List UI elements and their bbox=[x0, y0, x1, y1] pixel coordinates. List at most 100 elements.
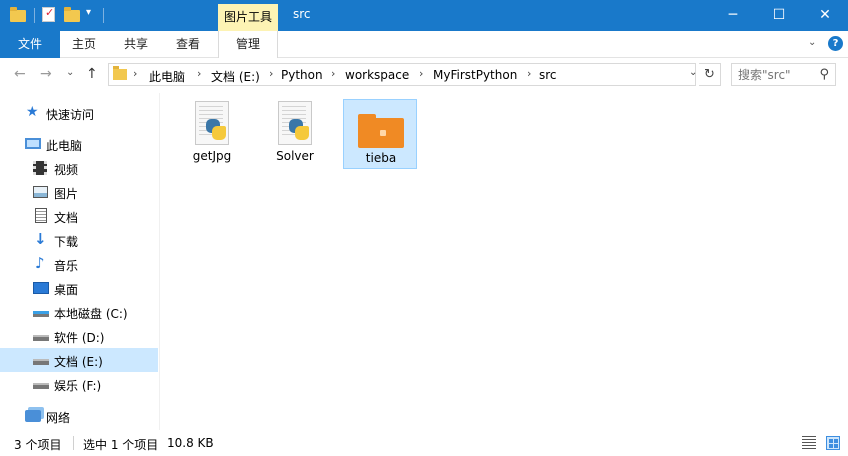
sidebar-item-drive-c[interactable]: 本地磁盘 (C:) bbox=[0, 300, 158, 324]
breadcrumb-separator[interactable]: › bbox=[197, 67, 201, 80]
picture-tools-tab[interactable]: 图片工具 bbox=[218, 4, 278, 31]
sidebar-item-network[interactable]: 网络 bbox=[0, 404, 158, 428]
address-dropdown-chevron-icon[interactable]: ⌄ bbox=[689, 67, 697, 78]
status-selected-size: 10.8 KB bbox=[167, 436, 214, 450]
download-icon: ↓ bbox=[34, 230, 47, 248]
sidebar-item-label: 文档 (E:) bbox=[54, 355, 103, 369]
pictures-icon bbox=[33, 186, 48, 198]
sidebar-item-label: 此电脑 bbox=[46, 139, 83, 153]
computer-icon bbox=[25, 138, 41, 149]
sidebar-item-drive-d[interactable]: 软件 (D:) bbox=[0, 324, 158, 348]
file-name: tieba bbox=[365, 151, 397, 165]
sidebar-item-label: 文档 bbox=[54, 211, 79, 225]
navigation-pane: ★ 快速访问 此电脑 视频 图片 文档 ↓ 下载 ♪ 音乐 桌面 本地磁盘 (C… bbox=[0, 93, 158, 430]
breadcrumb-src[interactable]: src bbox=[539, 68, 557, 82]
breadcrumb-separator[interactable]: › bbox=[331, 67, 335, 80]
tab-file[interactable]: 文件 bbox=[0, 31, 60, 58]
breadcrumb-this-pc[interactable]: 此电脑 bbox=[149, 68, 185, 85]
breadcrumb-python[interactable]: Python bbox=[281, 68, 323, 82]
recent-locations-chevron-icon[interactable]: ⌄ bbox=[66, 67, 74, 78]
breadcrumb-myfirstpython[interactable]: MyFirstPython bbox=[433, 68, 517, 82]
breadcrumb-drive-e[interactable]: 文档 (E:) bbox=[211, 68, 260, 85]
breadcrumb-separator[interactable]: › bbox=[269, 67, 273, 80]
system-drive-icon bbox=[33, 311, 49, 317]
status-item-count: 3 个项目 bbox=[14, 438, 62, 452]
music-icon: ♪ bbox=[35, 254, 45, 272]
tab-home[interactable]: 主页 bbox=[62, 31, 106, 58]
video-icon bbox=[33, 161, 47, 175]
drive-icon bbox=[33, 335, 49, 341]
maximize-button[interactable]: ☐ bbox=[756, 0, 802, 31]
close-button[interactable]: ✕ bbox=[802, 0, 848, 31]
archive-folder-icon bbox=[358, 114, 404, 148]
sidebar-item-this-pc[interactable]: 此电脑 bbox=[0, 132, 158, 156]
new-folder-icon[interactable] bbox=[64, 7, 80, 22]
search-box[interactable]: ⚲ bbox=[731, 63, 836, 86]
sidebar-item-pictures[interactable]: 图片 bbox=[0, 180, 158, 204]
folder-icon bbox=[113, 66, 127, 80]
file-name: Solver bbox=[276, 149, 314, 163]
tab-share[interactable]: 共享 bbox=[114, 31, 158, 58]
breadcrumb-separator[interactable]: › bbox=[419, 67, 423, 80]
sidebar-item-drive-f[interactable]: 娱乐 (F:) bbox=[0, 372, 158, 396]
file-item-getjpg[interactable]: getJpg bbox=[175, 99, 249, 169]
drive-icon bbox=[33, 359, 49, 365]
python-file-icon bbox=[278, 101, 312, 145]
sidebar-item-documents[interactable]: 文档 bbox=[0, 204, 158, 228]
sidebar-item-label: 图片 bbox=[54, 187, 79, 201]
sidebar-item-drive-e[interactable]: 文档 (E:) bbox=[0, 348, 158, 372]
search-input[interactable] bbox=[738, 67, 812, 83]
status-bar: 3 个项目 选中 1 个项目 10.8 KB bbox=[0, 430, 848, 456]
status-selected-count: 选中 1 个项目 bbox=[83, 438, 159, 452]
toolbar-divider bbox=[34, 8, 35, 23]
file-item-tieba[interactable]: tieba bbox=[343, 99, 417, 169]
minimize-button[interactable]: ─ bbox=[710, 0, 756, 31]
toolbar-divider bbox=[103, 8, 104, 23]
quick-access-toolbar: ✓ ▾ bbox=[6, 6, 96, 26]
network-icon bbox=[25, 410, 41, 422]
title-bar: ✓ ▾ 图片工具 src ─ ☐ ✕ bbox=[0, 0, 848, 31]
breadcrumb-separator[interactable]: › bbox=[133, 67, 137, 80]
breadcrumb-separator[interactable]: › bbox=[527, 67, 531, 80]
desktop-icon bbox=[33, 282, 49, 294]
large-icons-view-button[interactable] bbox=[826, 436, 840, 450]
customize-toolbar-icon[interactable]: ▾ bbox=[86, 7, 91, 18]
refresh-button[interactable]: ↻ bbox=[699, 63, 721, 86]
folder-icon[interactable] bbox=[10, 7, 26, 22]
sidebar-item-label: 音乐 bbox=[54, 259, 79, 273]
sidebar-item-label: 网络 bbox=[46, 411, 71, 425]
search-icon[interactable]: ⚲ bbox=[819, 67, 829, 82]
file-list[interactable]: getJpg Solver tieba bbox=[160, 93, 848, 430]
sidebar-item-downloads[interactable]: ↓ 下载 bbox=[0, 228, 158, 252]
status-divider bbox=[73, 436, 74, 450]
back-button[interactable]: ← bbox=[14, 66, 26, 82]
sidebar-item-music[interactable]: ♪ 音乐 bbox=[0, 252, 158, 276]
drive-icon bbox=[33, 383, 49, 389]
expand-ribbon-chevron-icon[interactable]: ⌄ bbox=[808, 37, 816, 48]
sidebar-item-label: 视频 bbox=[54, 163, 79, 177]
python-file-icon bbox=[195, 101, 229, 145]
properties-icon[interactable]: ✓ bbox=[42, 6, 55, 22]
sidebar-item-label: 娱乐 (F:) bbox=[54, 379, 102, 393]
documents-icon bbox=[35, 208, 47, 223]
star-icon: ★ bbox=[26, 104, 39, 120]
window-title: src bbox=[293, 7, 311, 21]
file-item-solver[interactable]: Solver bbox=[258, 99, 332, 169]
sidebar-item-label: 本地磁盘 (C:) bbox=[54, 307, 128, 321]
address-bar[interactable]: › 此电脑 › 文档 (E:) › Python › workspace › M… bbox=[108, 63, 696, 86]
tab-view[interactable]: 查看 bbox=[166, 31, 210, 58]
sidebar-item-label: 下载 bbox=[54, 235, 79, 249]
help-icon[interactable]: ? bbox=[828, 36, 843, 51]
details-view-button[interactable] bbox=[802, 436, 816, 450]
sidebar-item-label: 软件 (D:) bbox=[54, 331, 105, 345]
breadcrumb-workspace[interactable]: workspace bbox=[345, 68, 409, 82]
sidebar-item-label: 快速访问 bbox=[46, 108, 95, 122]
sidebar-item-videos[interactable]: 视频 bbox=[0, 156, 158, 180]
tab-manage[interactable]: 管理 bbox=[218, 31, 278, 58]
up-button[interactable]: ↑ bbox=[86, 66, 98, 82]
sidebar-item-quick-access[interactable]: ★ 快速访问 bbox=[0, 101, 158, 125]
sidebar-item-desktop[interactable]: 桌面 bbox=[0, 276, 158, 300]
forward-button[interactable]: → bbox=[40, 66, 52, 82]
sidebar-item-label: 桌面 bbox=[54, 283, 79, 297]
file-name: getJpg bbox=[192, 149, 232, 163]
